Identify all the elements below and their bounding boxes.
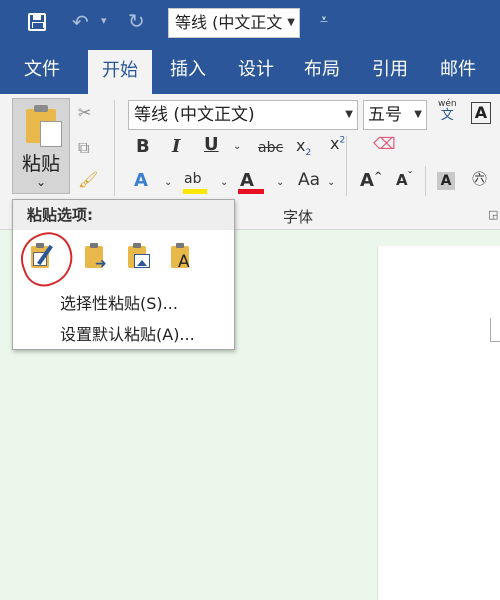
ribbon-tabs: 文件 开始 插入 设计 布局 引用 邮件 [0,46,500,94]
phonetic-guide-icon[interactable]: wén 文 [438,100,457,123]
paste-label: 粘贴 [21,153,60,175]
save-icon[interactable] [28,13,46,31]
tab-insert[interactable]: 插入 [158,46,218,94]
tab-layout[interactable]: 布局 [292,46,352,94]
undo-icon[interactable]: ↶ [72,12,89,32]
italic-button[interactable]: I [172,138,180,156]
chevron-down-icon[interactable]: ▼ [414,101,422,129]
chevron-down-icon[interactable]: ⌄ [164,178,172,188]
paste-button[interactable]: 粘贴 ⌄ [12,98,70,194]
chevron-down-icon[interactable]: ▼ [287,9,295,37]
redo-icon[interactable]: ↻ [128,11,145,31]
dialog-launcher-icon[interactable]: ◲ [488,208,498,221]
font-size-combo[interactable]: 五号 ▼ [363,100,427,130]
set-default-paste-item[interactable]: 设置默认粘贴(A)... [60,321,195,345]
copy-icon[interactable]: ⧉ [78,138,89,158]
keep-text-only-option[interactable]: A [167,242,193,272]
character-shading-button[interactable]: A [437,172,455,190]
change-case-button[interactable]: Aa [298,172,320,189]
paste-options-menu: 粘贴选项: ➜ A 选择性粘贴(S)... 设置默认粘贴(A)... [12,199,235,350]
character-border-icon[interactable]: A [471,102,491,124]
grow-font-button[interactable]: A^ [360,172,382,190]
strikethrough-button[interactable]: abc [258,141,283,155]
margin-marker [490,318,500,342]
clipboard-icon [26,105,62,147]
format-painter-icon[interactable]: 🖌 [78,170,98,189]
font-color-bar [238,189,264,194]
clear-formatting-icon[interactable]: ⌫ [373,136,396,152]
group-divider [425,166,426,196]
chevron-down-icon[interactable]: ⌄ [13,175,69,189]
paste-options-header: 粘贴选项: [13,200,234,230]
chevron-down-icon[interactable]: ⌄ [233,142,241,152]
font-name-value: 等线 (中文正文) [134,105,255,125]
font-size-value: 五号 [368,105,402,125]
subscript-button[interactable]: x2 [296,138,311,158]
undo-dropdown-icon[interactable]: ▾ [101,15,107,26]
quick-font-combo[interactable]: 等线 (中文正文 ▼ [168,8,300,38]
superscript-button[interactable]: x2 [330,136,345,152]
paste-as-picture-option[interactable] [124,242,150,272]
chevron-down-icon[interactable]: ⌄ [276,178,284,188]
paste-special-item[interactable]: 选择性粘贴(S)... [60,290,178,314]
merge-formatting-option[interactable]: ➜ [81,242,107,272]
annotation-circle [13,225,81,293]
group-divider [346,136,347,196]
highlight-button[interactable]: ab [184,172,201,186]
title-bar: ↶ ▾ ↻ 等线 (中文正文 ▼ ⩡ [0,0,500,46]
enclose-characters-button[interactable]: ㊅ [472,172,487,187]
chevron-down-icon[interactable]: ▼ [345,101,353,129]
shrink-font-button[interactable]: Aˇ [396,172,413,188]
tab-file[interactable]: 文件 [10,46,74,94]
chevron-down-icon[interactable]: ⌄ [327,178,335,188]
underline-button[interactable]: U [204,136,219,154]
tab-mailings[interactable]: 邮件 [428,46,488,94]
tab-home[interactable]: 开始 [88,50,152,94]
text-effects-icon[interactable]: A [134,172,148,190]
font-group-label: 字体 [283,208,314,226]
quick-font-value: 等线 (中文正文 [175,13,283,32]
font-name-combo[interactable]: 等线 (中文正文) ▼ [128,100,358,130]
cut-icon[interactable]: ✂ [78,103,91,122]
chevron-down-icon[interactable]: ⌄ [220,178,228,188]
bold-button[interactable]: B [136,138,150,156]
tab-design[interactable]: 设计 [226,46,286,94]
tab-references[interactable]: 引用 [360,46,420,94]
font-color-button[interactable]: A [240,172,254,190]
document-page[interactable] [377,246,500,600]
customize-toolbar-icon[interactable]: ⩡ [320,13,328,27]
group-divider [114,100,115,196]
highlight-color-bar [183,189,207,194]
